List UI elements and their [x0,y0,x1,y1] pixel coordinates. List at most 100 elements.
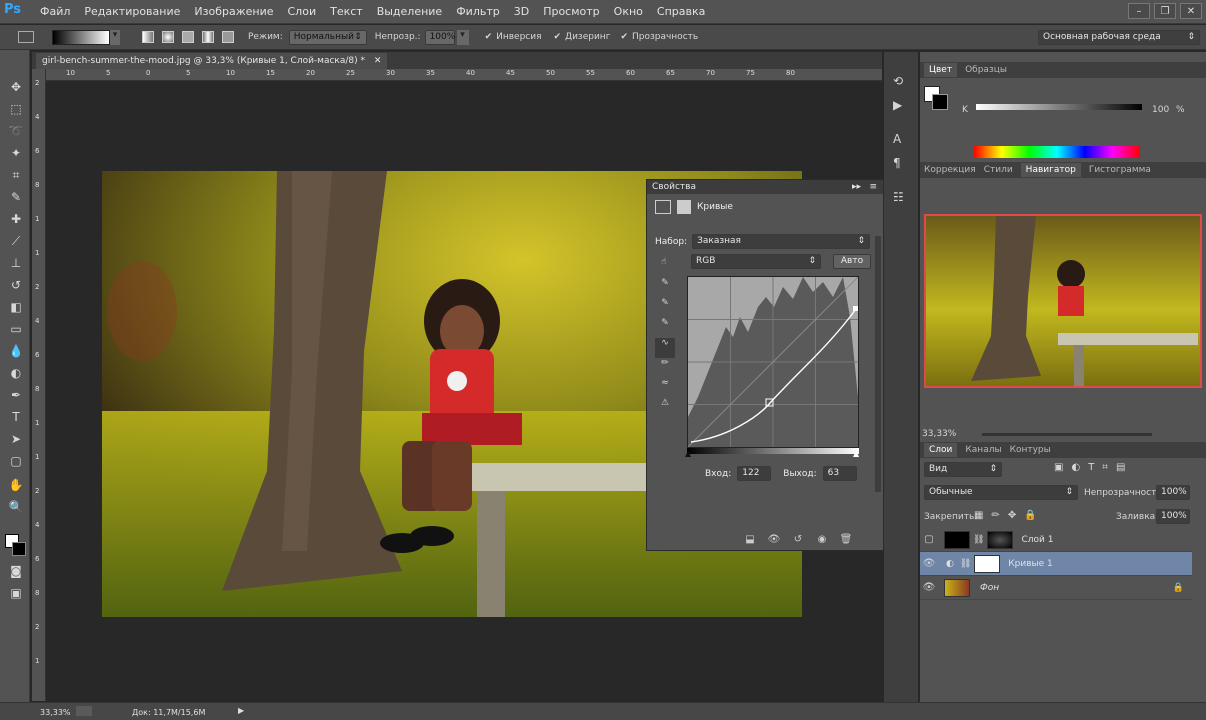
angle-gradient-icon[interactable] [182,31,194,43]
close-window-button[interactable]: ✕ [1180,3,1202,19]
radial-gradient-icon[interactable] [162,31,174,43]
black-slider-icon[interactable]: ▲ [685,449,691,458]
gradient-dropdown-icon[interactable]: ▾ [110,29,120,45]
preset-select[interactable]: Заказная ⇕ [692,234,871,249]
k-slider[interactable] [976,104,1142,110]
blend-mode-select[interactable]: Обычные ⇕ [924,485,1078,500]
navigator-zoom-value[interactable]: 33,33% [922,429,956,439]
tab-layers[interactable]: Слои [924,443,958,457]
menu-image[interactable]: Изображение [194,5,273,18]
filter-image-icon[interactable]: ▣ [1054,462,1063,473]
tab-styles[interactable]: Стили [984,165,1013,175]
opacity-dropdown-icon[interactable]: ▾ [456,29,469,45]
crop-tool-icon[interactable]: ⌗ [7,166,25,184]
gradient-tool-icon[interactable]: ▭ [7,320,25,338]
workspace-select[interactable]: Основная рабочая среда ⇕ [1038,29,1200,45]
layer-name[interactable]: Фон [980,583,999,593]
status-menu-icon[interactable]: ▶ [238,706,244,715]
white-point-eyedropper-icon[interactable]: ✎ [655,318,675,338]
transparency-checkbox[interactable]: ✔ [620,32,628,42]
status-zoom[interactable]: 33,33% [40,708,71,717]
reset-icon[interactable]: ↺ [791,532,805,546]
restore-button[interactable]: ❐ [1154,3,1176,19]
document-tab[interactable]: girl-bench-summer-the-mood.jpg @ 33,3% (… [36,53,388,69]
brush-tool-icon[interactable]: ⟋ [7,232,25,250]
eyedropper-tool-icon[interactable]: ✎ [7,188,25,206]
layer-opacity-input[interactable]: 100% [1156,485,1190,500]
curve-endpoint[interactable] [853,306,858,311]
mode-select[interactable]: Нормальный ⇕ [288,29,367,45]
tab-paths[interactable]: Контуры [1010,445,1051,455]
color-spectrum[interactable] [974,146,1140,158]
menu-layers[interactable]: Слои [288,5,317,18]
filter-type-icon[interactable]: T [1088,462,1094,473]
menu-3d[interactable]: 3D [514,5,529,18]
lock-all-icon[interactable]: 🔒 [1024,510,1036,521]
tab-color[interactable]: Цвет [924,63,958,77]
dither-checkbox[interactable]: ✔ [554,32,562,42]
layer-filter-select[interactable]: Вид ⇕ [924,462,1002,477]
layer-row-curves1[interactable]: 👁 ◐ ⛓ Кривые 1 [920,552,1192,576]
menu-edit[interactable]: Редактирование [84,5,180,18]
auto-button[interactable]: Авто [833,254,871,269]
lock-position-icon[interactable]: ✥ [1008,510,1016,521]
white-slider-icon[interactable]: ▲ [853,449,859,458]
clipping-warning-icon[interactable]: ⚠ [655,398,675,418]
visibility-icon[interactable]: ◉ [815,532,829,546]
lock-transparent-icon[interactable]: ▦ [974,510,983,521]
minimize-button[interactable]: – [1128,3,1150,19]
tab-navigator[interactable]: Навигатор [1020,163,1081,177]
properties-scrollbar[interactable] [875,236,881,492]
close-tab-icon[interactable]: ✕ [374,56,382,66]
panel-menu-icon[interactable]: ≡ [869,180,877,194]
menu-help[interactable]: Справка [657,5,705,18]
filter-smart-icon[interactable]: ▤ [1116,462,1125,473]
layer-name[interactable]: Слой 1 [1021,535,1053,545]
channel-select[interactable]: RGB ⇕ [691,254,821,269]
quick-mask-icon[interactable]: ◙ [7,562,25,580]
marquee-tool-icon[interactable]: ⬚ [7,100,25,118]
tab-histogram[interactable]: Гистограмма [1089,165,1151,175]
fill-input[interactable]: 100% [1156,509,1190,524]
menu-filter[interactable]: Фильтр [456,5,500,18]
menu-type[interactable]: Текст [330,5,363,18]
history-icon[interactable]: ⟲ [893,74,903,88]
layer-row-fon[interactable]: 👁 Фон 🔒 [920,576,1192,600]
reflected-gradient-icon[interactable] [202,31,214,43]
layer-name[interactable]: Кривые 1 [1008,559,1053,569]
panel-collapse-icon[interactable]: ▸▸ [852,180,861,194]
shape-tool-icon[interactable]: ▢ [7,452,25,470]
healing-tool-icon[interactable]: ✚ [7,210,25,228]
clip-to-layer-icon[interactable]: ⬓ [743,532,757,546]
curves-graph[interactable] [687,276,859,448]
zoom-tool-icon[interactable]: 🔍 [7,498,25,516]
gradient-tool-icon[interactable] [18,31,34,43]
stamp-tool-icon[interactable]: ⊥ [7,254,25,272]
output-field[interactable]: 63 [822,466,857,481]
eye-icon[interactable]: 👁 [920,558,938,569]
curve-edit-icon[interactable]: ∿ [655,338,675,358]
properties-dock-icon[interactable]: ☷ [893,190,904,204]
input-field[interactable]: 122 [737,466,772,481]
menu-view[interactable]: Просмотр [543,5,599,18]
tab-channels[interactable]: Каналы [965,445,1001,455]
gray-point-eyedropper-icon[interactable]: ✎ [655,298,675,318]
navigator-preview[interactable] [924,214,1202,388]
pen-tool-icon[interactable]: ✒ [7,386,25,404]
menu-select[interactable]: Выделение [377,5,443,18]
path-select-tool-icon[interactable]: ➤ [7,430,25,448]
eye-icon[interactable]: 👁 [920,582,938,593]
navigator-zoom-slider[interactable] [982,433,1152,436]
linear-gradient-icon[interactable] [142,31,154,43]
move-tool-icon[interactable]: ✥ [7,78,25,96]
lasso-tool-icon[interactable]: ➰ [7,122,25,140]
target-adjust-icon[interactable]: ☝ [655,257,673,267]
history-brush-tool-icon[interactable]: ↺ [7,276,25,294]
inversion-checkbox[interactable]: ✔ [485,32,493,42]
dodge-tool-icon[interactable]: ◐ [7,364,25,382]
magic-wand-tool-icon[interactable]: ✦ [7,144,25,162]
hand-tool-icon[interactable]: ✋ [7,476,25,494]
delete-icon[interactable]: 🗑 [839,532,853,546]
color-bg-swatch[interactable] [932,94,948,110]
visibility-empty-icon[interactable]: ▢ [920,534,938,545]
